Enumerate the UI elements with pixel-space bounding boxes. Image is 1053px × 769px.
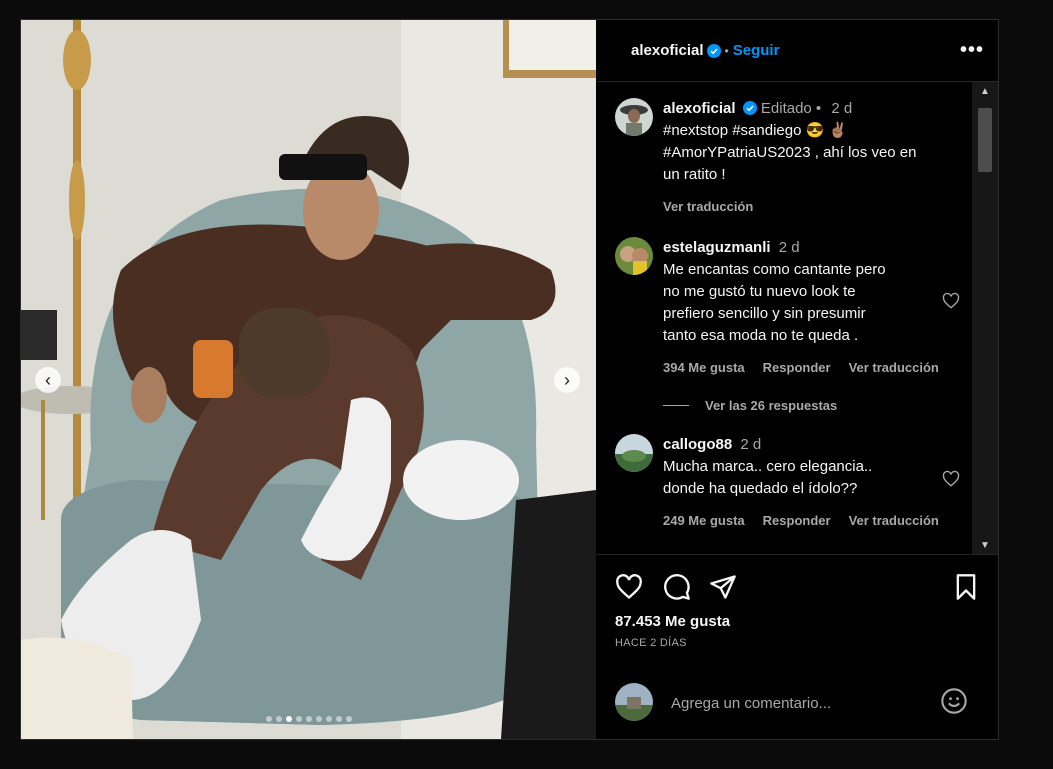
avatar[interactable]	[615, 434, 653, 472]
post-photo[interactable]: ‹ ›	[21, 20, 596, 739]
comment-body: estelaguzmanli 2 d Me encantas como cant…	[663, 237, 963, 379]
more-options-icon[interactable]: •••	[960, 39, 984, 62]
comment-like-heart-icon[interactable]	[942, 292, 960, 310]
comment-text-line: no me gustó tu nuevo look te	[663, 283, 856, 300]
replies-divider-line	[663, 405, 689, 406]
comment-body: callogo88 2 d Mucha marca.. cero eleganc…	[663, 434, 963, 532]
comment-username[interactable]: estelaguzmanli	[663, 239, 771, 256]
post-actions: 87.453 Me gusta HACE 2 DÍAS	[597, 554, 998, 649]
caption-edited: Editado •	[760, 100, 822, 117]
action-icons-row	[615, 573, 980, 601]
carousel-indicator	[21, 716, 596, 722]
post-modal: ‹ › alexoficial • Seguir ••• alexoficial…	[20, 19, 999, 740]
caption-body: alexoficial Editado • 2 d #nextstop #san…	[663, 98, 963, 218]
post-timestamp: HACE 2 DÍAS	[615, 637, 687, 649]
caption-age: 2 d	[831, 100, 853, 117]
carousel-dot	[305, 716, 312, 722]
carousel-dot-active	[285, 716, 292, 722]
translate-link[interactable]: Ver traducción	[849, 510, 939, 532]
comment-username[interactable]: callogo88	[663, 436, 732, 453]
comments-scrollbar[interactable]: ▲ ▼	[972, 82, 998, 554]
caption-text-line: #nextstop #sandiego 😎 ✌🏽	[663, 122, 848, 139]
avatar[interactable]	[615, 237, 653, 275]
comment-likes[interactable]: 394 Me gusta	[663, 357, 745, 379]
comment-text-line: Mucha marca.. cero elegancia..	[663, 458, 873, 475]
post-side-panel: alexoficial • Seguir ••• alexoficial Edi…	[597, 20, 998, 739]
reply-button[interactable]: Responder	[763, 510, 831, 532]
follow-button[interactable]: Seguir	[733, 42, 780, 59]
verified-badge-icon	[706, 43, 721, 58]
emoji-icon[interactable]	[940, 687, 968, 715]
comment-text-line: prefiero sencillo y sin presumir	[663, 305, 866, 322]
scroll-thumb[interactable]	[978, 108, 992, 172]
header-username[interactable]: alexoficial	[631, 42, 704, 59]
carousel-next-button[interactable]: ›	[554, 367, 580, 393]
carousel-dot	[295, 716, 302, 722]
current-user-avatar-icon	[615, 683, 653, 721]
author-avatar-icon	[615, 98, 653, 136]
save-bookmark-icon[interactable]	[952, 573, 980, 601]
avatar	[615, 683, 653, 721]
comment-likes[interactable]: 249 Me gusta	[663, 510, 745, 532]
view-replies-label: Ver las 26 respuestas	[705, 398, 838, 413]
comment-input[interactable]	[669, 689, 913, 717]
carousel-dot	[275, 716, 282, 722]
comment-like-heart-icon[interactable]	[942, 470, 960, 488]
translate-link[interactable]: Ver traducción	[849, 357, 939, 379]
comments-section: alexoficial Editado • 2 d #nextstop #san…	[597, 82, 998, 554]
comment-text-line: Me encantas como cantante pero	[663, 261, 886, 278]
comment-age: 2 d	[778, 239, 800, 256]
carousel-prev-button[interactable]: ‹	[35, 367, 61, 393]
view-replies-button[interactable]: Ver las 26 respuestas	[663, 398, 837, 413]
carousel-dot	[325, 716, 332, 722]
comment-text-line: tanto esa moda no te queda .	[663, 327, 859, 344]
share-paper-plane-icon[interactable]	[709, 573, 737, 601]
add-comment-bar	[597, 676, 998, 740]
photo-illustration	[21, 20, 596, 739]
carousel-dot	[265, 716, 272, 722]
comment-age: 2 d	[740, 436, 762, 453]
header-separator: •	[724, 43, 729, 58]
carousel-dot	[345, 716, 352, 722]
chevron-right-icon: ›	[564, 369, 570, 390]
comment-bubble-icon[interactable]	[663, 573, 691, 601]
carousel-dot	[335, 716, 342, 722]
commenter-avatar-icon	[615, 434, 653, 472]
avatar[interactable]	[615, 98, 653, 136]
commenter-avatar-icon	[615, 237, 653, 275]
scroll-up-arrow-icon[interactable]: ▲	[972, 82, 998, 100]
chevron-left-icon: ‹	[45, 369, 51, 390]
caption-username[interactable]: alexoficial	[663, 100, 736, 117]
verified-badge-icon	[742, 101, 757, 115]
post-header: alexoficial • Seguir •••	[597, 20, 998, 82]
translate-link[interactable]: Ver traducción	[663, 196, 753, 218]
carousel-dot	[315, 716, 322, 722]
post-likes-count[interactable]: 87.453 Me gusta	[615, 613, 730, 630]
comment-actions: 394 Me gusta Responder Ver traducción	[663, 357, 963, 379]
like-heart-icon[interactable]	[615, 573, 643, 601]
caption-actions: Ver traducción	[663, 196, 963, 218]
comment-text-line: donde ha quedado el ídolo??	[663, 480, 858, 497]
scroll-down-arrow-icon[interactable]: ▼	[972, 536, 998, 554]
caption-text-line: un ratito !	[663, 166, 726, 183]
reply-button[interactable]: Responder	[763, 357, 831, 379]
caption-text-line: #AmorYPatriaUS2023 , ahí los veo en	[663, 144, 917, 161]
comment-actions: 249 Me gusta Responder Ver traducción	[663, 510, 963, 532]
